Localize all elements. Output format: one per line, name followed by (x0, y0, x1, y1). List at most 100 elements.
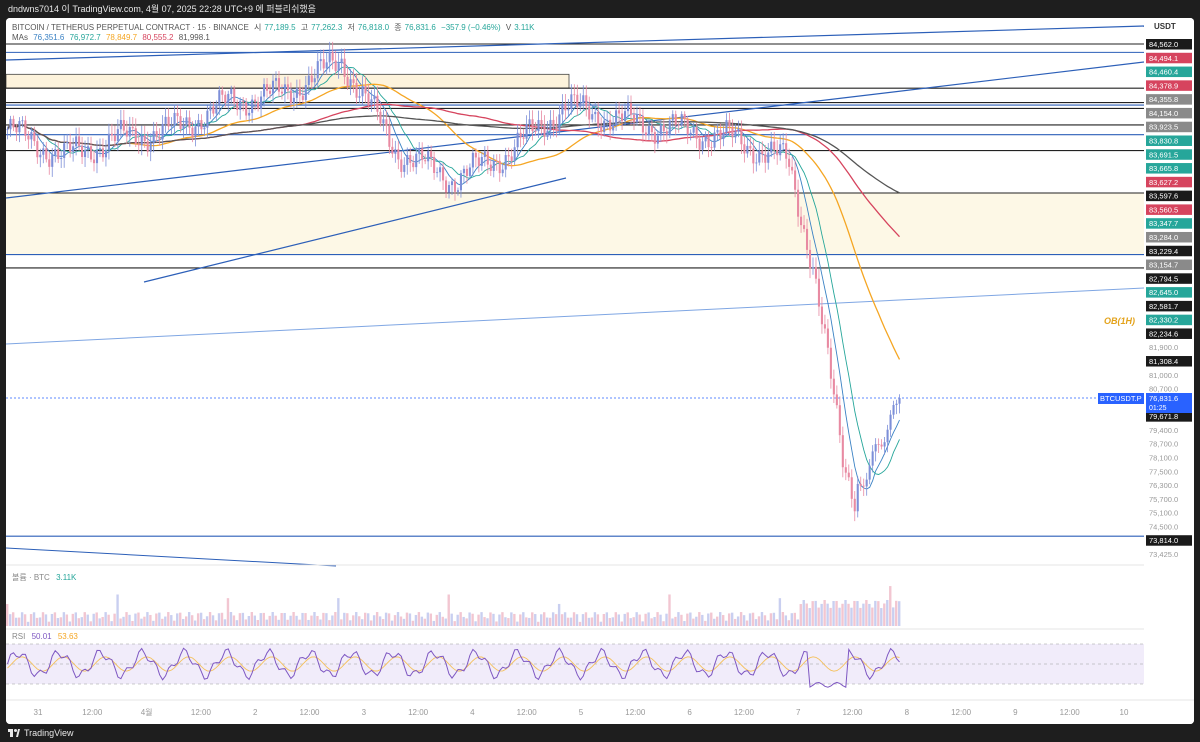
volume-bar (232, 615, 236, 626)
candle-body (453, 181, 457, 192)
volume-bar (593, 612, 597, 626)
volume-bar (537, 621, 540, 626)
candle-body (656, 135, 659, 144)
volume-bar (862, 603, 865, 626)
tradingview-logo-icon (8, 729, 20, 737)
candle-body (295, 88, 298, 98)
price-axis-label: 83,560.5 (1149, 205, 1178, 214)
candle-body (874, 444, 877, 452)
volume-bar (477, 614, 480, 626)
candle-body (286, 84, 289, 91)
candle-body (212, 106, 215, 114)
rsi-ma-value: 53.63 (57, 632, 78, 641)
volume-bar (644, 613, 647, 626)
volume-bar (208, 612, 212, 626)
rsi-legend: RSI 50.01 53.63 (12, 632, 78, 641)
candle-body (615, 110, 618, 125)
volume-bar (152, 620, 155, 626)
volume-bar (507, 618, 510, 626)
volume-bar (14, 617, 18, 626)
candle-body (242, 100, 245, 103)
volume-bar (847, 603, 850, 626)
volume-bar (877, 601, 880, 626)
candle-body (316, 61, 319, 79)
candle-body (370, 99, 373, 106)
volume-bar (898, 601, 901, 626)
volume-bar (883, 603, 886, 626)
volume-bar (322, 612, 325, 626)
candle-body (811, 267, 815, 269)
candle-body (838, 405, 841, 436)
candle-body (797, 189, 800, 217)
candle-body (716, 129, 719, 133)
volume-bar (408, 613, 412, 626)
candle-body (289, 90, 292, 104)
volume-bar (364, 612, 367, 626)
volume-bar (95, 612, 98, 626)
volume-bar (378, 616, 382, 626)
volume-bar (474, 621, 477, 626)
volume-bar (179, 612, 182, 626)
time-axis-label: 12:00 (625, 708, 646, 717)
price-axis-label: 83,665.8 (1149, 164, 1178, 173)
volume-bar (86, 614, 89, 626)
volume-bar (402, 618, 406, 626)
time-axis-label: 12:00 (734, 708, 755, 717)
volume-bar (611, 617, 615, 626)
candle-body (850, 477, 853, 499)
candle-body (782, 143, 785, 145)
ma-value-5: 81,998.1 (178, 33, 210, 42)
price-axis-label: 83,597.6 (1149, 192, 1178, 201)
candle-body (785, 143, 788, 159)
time-axis-label: 2 (253, 708, 258, 717)
candle-body (257, 102, 260, 109)
candle-body (653, 132, 656, 144)
volume-bar (89, 621, 92, 626)
volume-bar (68, 621, 72, 626)
candle-body (119, 119, 122, 130)
candle-body (268, 90, 272, 94)
volume-bar (575, 614, 579, 626)
price-axis-label: 79,671.8 (1149, 412, 1178, 421)
volume-bar (635, 612, 638, 626)
ma-value-2: 76,972.7 (69, 33, 101, 42)
volume-bar (56, 618, 60, 626)
volume-bar (650, 618, 653, 626)
volume-bar (38, 617, 42, 626)
volume-bar (730, 612, 734, 626)
price-axis-label: 83,229.4 (1149, 247, 1178, 256)
price-chart[interactable]: OB(1H) 20K 75.0050.0025.00 84,562.084,49… (6, 18, 1194, 724)
volume-bar (811, 601, 814, 626)
candle-body (215, 104, 218, 114)
volume-bar (271, 612, 274, 626)
volume-bar (698, 612, 701, 626)
candle-body (182, 125, 185, 130)
candle-body (597, 111, 600, 127)
volume-bar (423, 618, 427, 626)
volume-bar (647, 612, 650, 626)
volume-bar (572, 612, 576, 626)
time-axis-label: 12:00 (842, 708, 863, 717)
candle-body (456, 190, 460, 192)
volume-bar (754, 619, 758, 626)
symbol-name: BITCOIN / TETHERUS PERPETUAL CONTRACT · … (12, 23, 249, 32)
price-axis-label: 82,234.6 (1149, 329, 1178, 338)
time-axis-label: 4 (470, 708, 475, 717)
candle-body (343, 58, 346, 77)
volume-bar (531, 612, 534, 626)
candle-body (418, 148, 421, 154)
candle-body (131, 126, 134, 129)
candle-body (346, 76, 349, 87)
candle-body (889, 414, 892, 430)
candle-body (188, 117, 191, 128)
volume-bar (683, 621, 686, 626)
candle-body (802, 225, 806, 229)
volume-bar (551, 612, 555, 626)
candle-body (886, 429, 889, 443)
volume-bar (701, 614, 704, 626)
volume-bar (733, 618, 737, 626)
chart-panel[interactable]: OB(1H) 20K 75.0050.0025.00 84,562.084,49… (6, 18, 1194, 724)
candle-body (51, 155, 54, 167)
volume-bar (787, 620, 791, 626)
candle-body (638, 113, 642, 116)
